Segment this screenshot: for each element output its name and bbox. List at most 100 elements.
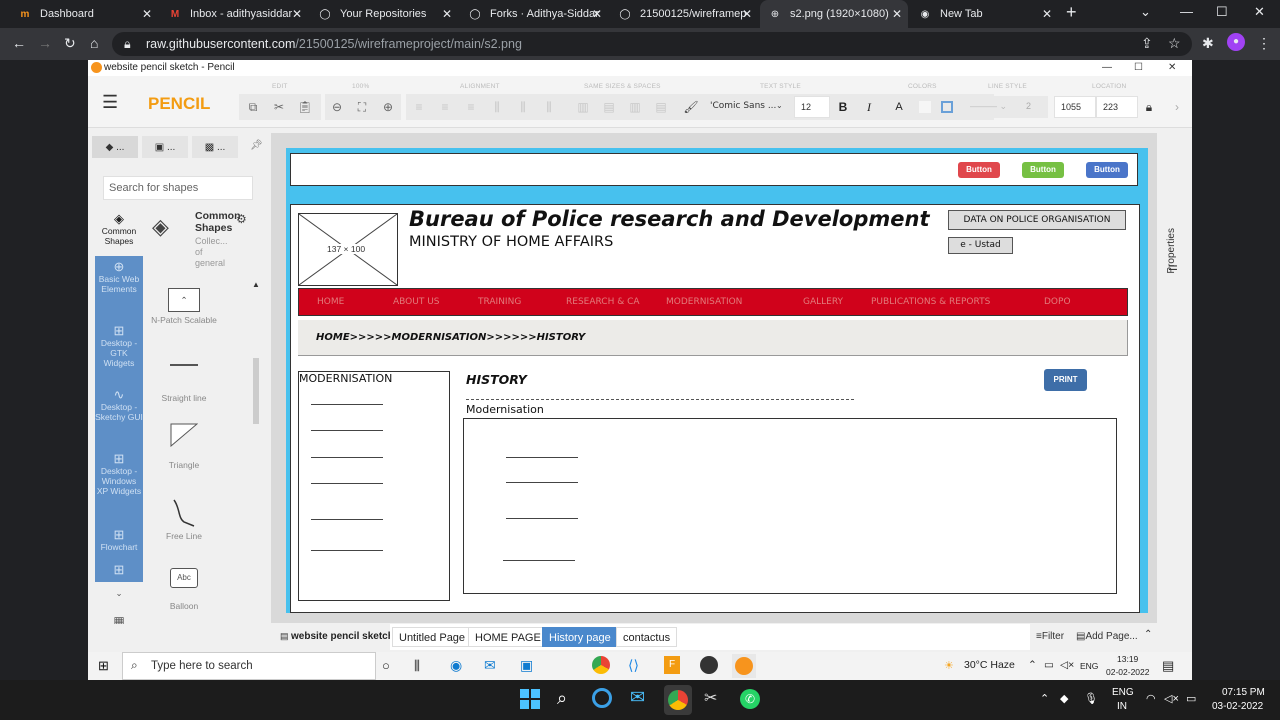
pencil-taskbar-tile[interactable] xyxy=(732,654,756,678)
wifi-icon[interactable]: ◠ xyxy=(1146,692,1156,705)
scroll-up-icon[interactable]: ▲ xyxy=(252,280,260,289)
edge-icon[interactable]: ◉ xyxy=(450,657,462,674)
obs-icon[interactable] xyxy=(700,656,718,674)
lock-icon[interactable]: 🔒︎ xyxy=(1138,96,1160,118)
close-icon[interactable]: ✕ xyxy=(742,7,752,21)
microphone-icon[interactable]: 🎙︎ xyxy=(1084,692,1098,705)
shape-free-line[interactable]: Free Line xyxy=(146,498,222,541)
network-icon[interactable]: ▭ xyxy=(1044,659,1054,671)
volume-icon[interactable]: ◁× xyxy=(1164,692,1179,705)
wf-nav-training[interactable]: TRAINING xyxy=(478,297,521,307)
line-width-input[interactable]: 2 xyxy=(1020,96,1048,118)
align-center-icon[interactable]: ≡ xyxy=(434,96,456,118)
cortana-icon[interactable]: ○ xyxy=(382,658,390,673)
close-icon[interactable]: ✕ xyxy=(292,7,302,21)
snipping-tool-icon[interactable]: ✂ xyxy=(704,688,717,708)
space-horizontal-icon[interactable]: ▥ xyxy=(624,96,646,118)
back-arrow-icon[interactable]: ← xyxy=(12,35,26,51)
task-view-icon[interactable]: ⫼ xyxy=(414,658,420,674)
collection-basic-web[interactable]: ⊕ Basic Web Elements xyxy=(95,256,143,320)
tab-new-tab[interactable]: ◉ New Tab ✕ xyxy=(910,0,1058,28)
scrollbar-thumb[interactable] xyxy=(253,358,259,424)
shape-straight-line[interactable]: Straight line xyxy=(146,356,222,403)
add-page-button[interactable]: ▤Add Page... xyxy=(1076,631,1138,642)
cut-icon[interactable]: ✂ xyxy=(268,96,290,118)
wf-button-blue[interactable]: Button xyxy=(1086,162,1128,178)
wf-nav-home[interactable]: HOME xyxy=(317,297,344,307)
wf-nav-gallery[interactable]: GALLERY xyxy=(803,297,843,307)
bold-icon[interactable]: B xyxy=(832,96,854,118)
wf-nav-publications[interactable]: PUBLICATIONS & REPORTS xyxy=(871,297,990,307)
tab-forks[interactable]: ◯ Forks · Adithya-Siddar ✕ xyxy=(460,0,608,28)
clock-date[interactable]: 03-02-2022 xyxy=(1212,701,1263,712)
zoom-in-icon[interactable]: ⊕ xyxy=(377,96,399,118)
url-field[interactable]: 🔒︎ raw.githubusercontent.com/21500125/wi… xyxy=(112,32,1192,56)
tray-chevron-icon[interactable]: ⌃ xyxy=(1028,659,1037,671)
tray-chevron-icon[interactable]: ⌃ xyxy=(1040,692,1049,705)
wf-nav-research[interactable]: RESEARCH & CA xyxy=(566,297,640,307)
close-icon[interactable]: ✕ xyxy=(142,7,152,21)
share-icon[interactable]: ⇪ xyxy=(1141,35,1153,52)
maximize-icon[interactable]: ☐ xyxy=(1216,4,1228,20)
collection-flowchart[interactable]: ⊞ Flowchart xyxy=(95,524,143,562)
maximize-icon[interactable]: ☐ xyxy=(1134,60,1143,76)
tray-language[interactable]: ENG xyxy=(1080,661,1098,671)
tab-collections[interactable]: ◆ ... xyxy=(92,136,138,158)
search-icon[interactable]: ⌕ xyxy=(557,688,567,709)
forward-arrow-icon[interactable]: → xyxy=(38,35,52,51)
page-tab-contactus[interactable]: contactus xyxy=(616,627,678,647)
collection-more[interactable]: ⊞ xyxy=(95,562,143,582)
windows-start-icon[interactable] xyxy=(520,689,540,709)
taskbar-search-box[interactable]: ⌕ Type here to search xyxy=(122,652,376,680)
mail-icon[interactable]: ✉ xyxy=(484,657,496,674)
shape-npatch[interactable]: ⌃ N-Patch Scalable xyxy=(146,288,222,325)
align-bottom-icon[interactable]: ⫼ xyxy=(538,96,560,118)
tray-language[interactable]: ENG xyxy=(1112,687,1134,698)
line-style-select[interactable]: ——— ⌄ xyxy=(964,96,1020,118)
page-tab-home[interactable]: HOME PAGE xyxy=(468,627,548,647)
chrome-active-tile[interactable] xyxy=(664,685,692,715)
space-vertical-icon[interactable]: ▤ xyxy=(650,96,672,118)
tab-images[interactable]: ▩ ... xyxy=(192,136,238,158)
windows-start-icon[interactable]: ⊞ xyxy=(98,658,109,674)
wf-sidebar-link-line[interactable] xyxy=(311,404,383,405)
tab-s2-png[interactable]: ⊕ s2.png (1920×1080) ✕ xyxy=(760,0,908,28)
gear-icon[interactable]: ⚙ xyxy=(236,212,247,226)
wf-sidebar-link-line[interactable] xyxy=(311,519,383,520)
tab-inbox[interactable]: M Inbox - adithyasiddar ✕ xyxy=(160,0,308,28)
page-tab-untitled[interactable]: Untitled Page xyxy=(392,627,473,647)
wf-nav-about[interactable]: ABOUT US xyxy=(393,297,440,307)
chevron-right-icon[interactable]: › xyxy=(1166,96,1188,118)
paste-icon[interactable]: 📋︎ xyxy=(294,96,316,118)
collection-common-shapes[interactable]: ◈ Common Shapes xyxy=(95,208,143,256)
tab-dashboard[interactable]: m Dashboard ✕ xyxy=(10,0,158,28)
location-y-input[interactable]: 223 xyxy=(1096,96,1138,118)
wf-button-red[interactable]: Button xyxy=(958,162,1000,178)
drawing-canvas[interactable]: Button Button Button 137 × 100 Bureau of… xyxy=(271,133,1157,623)
wf-sidebar-link-line[interactable] xyxy=(311,457,383,458)
close-window-icon[interactable]: ✕ xyxy=(1254,4,1265,20)
chevron-down-icon[interactable]: ⌄ xyxy=(95,588,143,598)
cortana-icon[interactable] xyxy=(592,688,612,708)
copy-icon[interactable]: ⧉ xyxy=(242,96,264,118)
collection-winxp[interactable]: ⊞ Desktop - Windows XP Widgets xyxy=(95,448,143,524)
page-tab-history[interactable]: History page xyxy=(542,627,618,647)
whatsapp-icon[interactable]: ✆ xyxy=(740,689,760,709)
close-icon[interactable]: ✕ xyxy=(592,7,602,21)
filezilla-icon[interactable]: F xyxy=(664,656,680,674)
profile-avatar[interactable]: ● xyxy=(1227,33,1245,51)
font-size-input[interactable]: 12 xyxy=(794,96,830,118)
close-icon[interactable]: ✕ xyxy=(1042,7,1052,21)
same-width-icon[interactable]: ▥ xyxy=(572,96,594,118)
same-height-icon[interactable]: ▤ xyxy=(598,96,620,118)
collection-sketchy[interactable]: ∿ Desktop - Sketchy GUI xyxy=(95,384,143,448)
fit-screen-icon[interactable]: ⛶ xyxy=(351,96,373,118)
hamburger-menu-icon[interactable]: ☰ xyxy=(102,92,118,113)
align-middle-icon[interactable]: ⫼ xyxy=(512,96,534,118)
menu-kebab-icon[interactable]: ⋮ xyxy=(1257,35,1271,52)
bookmark-star-icon[interactable]: ☆ xyxy=(1168,35,1181,52)
battery-icon[interactable]: ▭ xyxy=(1186,692,1196,705)
wireframe-page[interactable]: Button Button Button 137 × 100 Bureau of… xyxy=(286,148,1148,613)
wf-button-green[interactable]: Button xyxy=(1022,162,1064,178)
chevron-up-icon[interactable]: ⌃ xyxy=(1144,629,1152,640)
